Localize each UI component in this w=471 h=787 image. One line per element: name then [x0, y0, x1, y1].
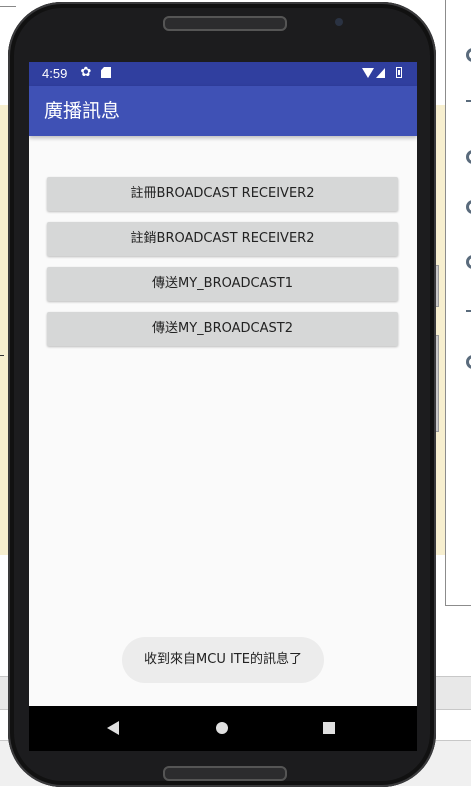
- front-camera: [335, 18, 343, 26]
- toast-message: 收到來自MCU ITE的訊息了: [122, 637, 324, 683]
- unregister-receiver2-button[interactable]: 註銷BROADCAST RECEIVER2: [47, 222, 398, 256]
- wifi-icon: [362, 68, 374, 78]
- send-broadcast1-button[interactable]: 傳送MY_BROADCAST1: [47, 267, 398, 301]
- register-receiver2-button[interactable]: 註冊BROADCAST RECEIVER2: [47, 177, 398, 211]
- send-broadcast2-button[interactable]: 傳送MY_BROADCAST2: [47, 312, 398, 346]
- editor-divider: [0, 6, 16, 7]
- tool-palette-panel: [445, 0, 471, 606]
- home-icon[interactable]: [216, 722, 228, 734]
- tool-palette-icon[interactable]: [466, 150, 471, 164]
- bottom-speaker: [163, 766, 287, 781]
- tool-palette-icon[interactable]: [466, 255, 471, 269]
- app-title: 廣播訊息: [44, 100, 121, 122]
- device-screen: 4:59 ✿ 廣播訊息 註冊BROADCAST RECEIVER2 註銷BROA…: [29, 62, 417, 751]
- tool-palette-icon[interactable]: [466, 355, 471, 369]
- battery-icon: [396, 67, 402, 78]
- navigation-bar: [29, 706, 417, 751]
- tool-palette-icon[interactable]: [466, 310, 471, 312]
- earpiece-speaker: [163, 16, 287, 31]
- back-icon[interactable]: [107, 721, 119, 735]
- status-time: 4:59: [42, 66, 68, 81]
- sd-card-icon: [101, 67, 111, 78]
- settings-icon: ✿: [80, 64, 92, 79]
- recents-icon[interactable]: [323, 722, 335, 734]
- tool-palette-icon[interactable]: [466, 100, 471, 102]
- tool-palette-icon[interactable]: [466, 48, 471, 62]
- editor-tick-mark: [0, 355, 4, 356]
- tool-palette-icon[interactable]: [466, 200, 471, 214]
- cell-signal-icon: [376, 68, 385, 78]
- status-bar: 4:59 ✿: [29, 62, 417, 86]
- app-bar: 廣播訊息: [29, 86, 417, 136]
